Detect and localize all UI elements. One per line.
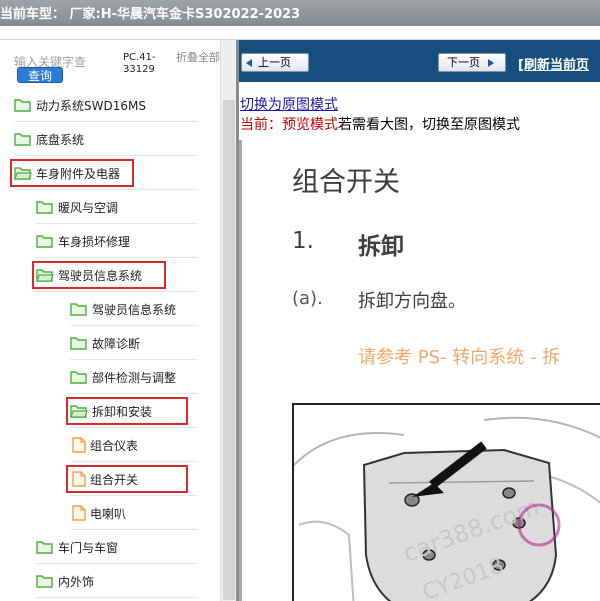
folder-icon [36,541,53,554]
current-prefix: 当前： [240,117,282,133]
tree-item[interactable]: 底盘系统 [14,122,198,156]
folder-icon [36,235,53,248]
tree-item[interactable]: 暖风与空调 [36,190,198,224]
tree-item[interactable]: 部件检测与调整 [70,360,198,394]
arrow-right-icon [488,58,494,67]
next-page-button[interactable]: 下一页 [438,53,506,72]
tree-item-label: 底盘系统 [36,132,85,147]
file-icon [72,505,86,521]
highlight-box [66,397,188,425]
highlight-box [10,159,134,187]
tree-item-label: 内外饰 [58,574,95,589]
folder-icon [70,303,87,316]
query-button[interactable]: 查询 [17,67,63,83]
step-title: 拆卸 [358,234,404,260]
window-title-bar: 当前车型： 厂家:H-华晨汽车金卡S302022-2023 [0,0,600,26]
switch-original-mode-link[interactable]: 切换为原图模式 [240,94,338,114]
folder-icon [36,575,53,588]
tree-item[interactable]: 动力系统SWD16MS [14,88,198,122]
document-preview: 组合开关 1. 拆卸 (a). 拆卸方向盘。 请参考 PS- 转向系统 - 拆 [239,140,600,601]
tree-item[interactable]: 驾驶员信息系统 [70,292,198,326]
current-hint: 若需看大图，切换至原图模式 [338,117,520,133]
tree-item-label: 暖风与空调 [58,200,119,215]
sub-step-text: 拆卸方向盘。 [358,291,466,312]
file-icon [72,437,86,453]
tree-item-label: 车门与车窗 [58,540,119,555]
tree-item-label: 电喇叭 [90,506,127,521]
arrow-left-icon [246,58,252,67]
folder-icon [14,99,31,112]
tree-item[interactable]: 电喇叭 [70,496,198,530]
next-page-label: 下一页 [447,56,480,69]
tree-item-label: 车身损坏修理 [58,234,131,249]
folder-icon [70,371,87,384]
highlight-box [66,465,188,493]
highlight-box [32,261,166,289]
content-panel: 上一页 下一页 [刷新当前页 切换为原图模式 当前：预览模式若需看大图，切换至原… [239,40,600,601]
folder-icon [36,201,53,214]
refresh-page-link[interactable]: [刷新当前页 [518,54,589,73]
sub-step-number: (a). [292,288,323,309]
tree-item[interactable]: 车身损坏修理 [36,224,198,258]
steering-column-illustration: car388.com CY2018 [294,405,600,601]
prev-page-button[interactable]: 上一页 [241,53,309,72]
scrollbar-thumb[interactable] [223,100,235,600]
collapse-all-button[interactable]: 折叠全部 [176,52,220,64]
tree-item-label: 动力系统SWD16MS [36,98,146,113]
tree-item[interactable]: 内外饰 [36,564,198,598]
folder-icon [14,133,31,146]
current-mode-line: 当前：预览模式若需看大图，切换至原图模式 [240,114,520,134]
folder-icon [70,337,87,350]
title-spacer [0,26,600,40]
tree-item[interactable]: 组合仪表 [70,428,198,462]
nav-toolbar: 上一页 下一页 [刷新当前页 [239,40,600,82]
tree-item-label: 部件检测与调整 [92,370,177,385]
row-divider [36,597,198,598]
tree-item-label: 组合仪表 [90,438,139,453]
pc-code: PC.41-33129 [123,52,156,75]
tree-item[interactable]: 故障诊断 [70,326,198,360]
steering-wheel-figure: car388.com CY2018 [292,403,600,601]
doc-title: 组合开关 [292,167,400,198]
tree-item-label: 驾驶员信息系统 [92,302,177,317]
sidebar-scrollbar[interactable] [220,40,236,601]
search-bar: 查询 PC.41-33129 折叠全部 [0,40,220,88]
current-mode: 预览模式 [282,117,338,133]
step-number: 1. [292,228,314,254]
reference-text: 请参考 PS- 转向系统 - 拆 [358,347,561,368]
tree-item-label: 故障诊断 [92,336,141,351]
sidebar: 查询 PC.41-33129 折叠全部 动力系统SWD16MS底盘系统车身附件及… [0,40,238,601]
prev-page-label: 上一页 [258,56,291,69]
tree-item[interactable]: 车门与车窗 [36,530,198,564]
window-title: 当前车型： 厂家:H-华晨汽车金卡S302022-2023 [0,7,301,22]
